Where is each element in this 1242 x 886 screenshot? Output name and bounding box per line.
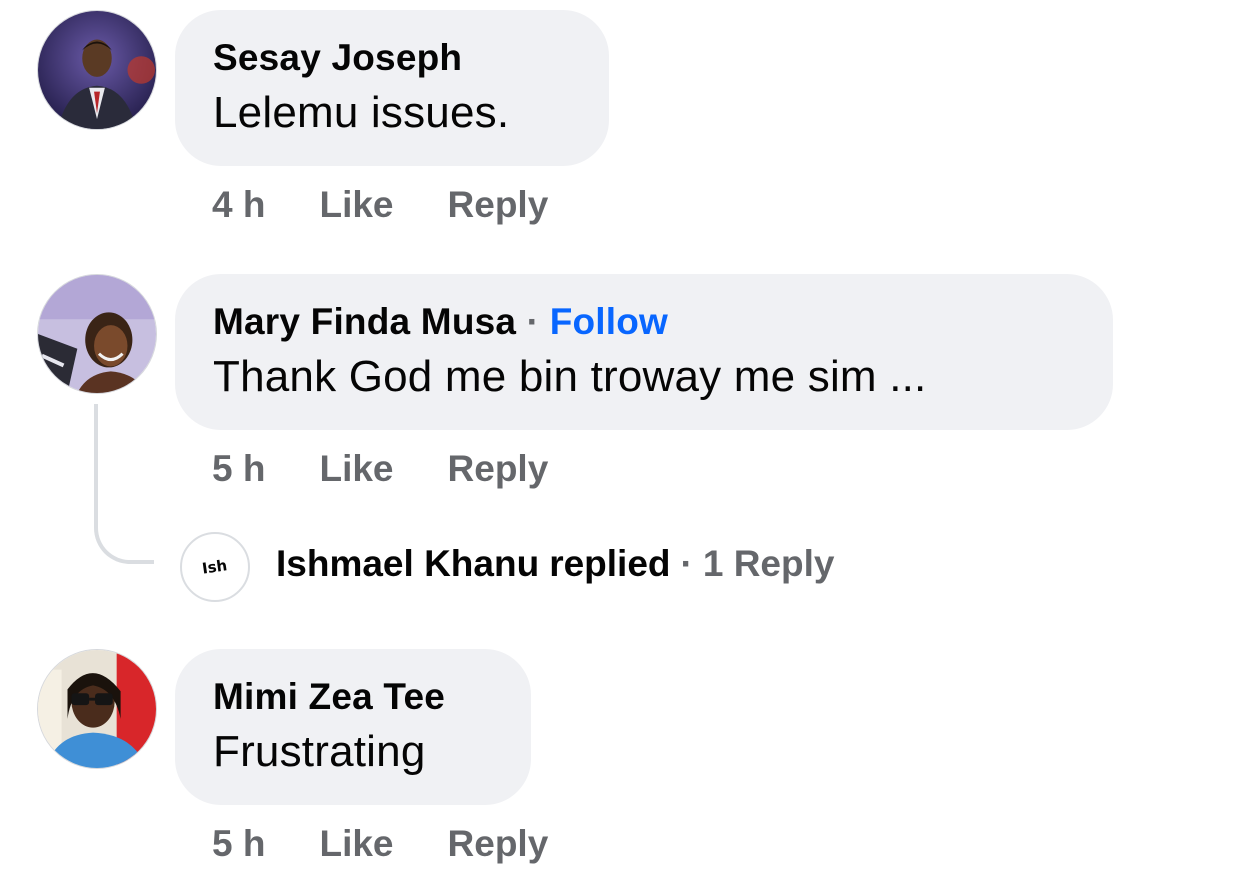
replier-name[interactable]: Ishmael Khanu [276,543,539,585]
comment-text: Frustrating [213,727,426,776]
comment-text[interactable]: Thank God me bin troway me sim ... [213,350,1075,404]
comment-actions: 5 h Like Reply [212,447,548,491]
separator-dot: · [680,543,693,584]
comment-author[interactable]: Mary Finda Musa [213,301,516,342]
follow-button[interactable]: Follow [550,301,668,342]
reply-count[interactable]: 1 Reply [703,543,835,585]
comment-author[interactable]: Sesay Joseph [213,36,571,80]
comments-panel: Sesay Joseph Lelemu issues. 4 h Like Rep… [0,0,1242,886]
comment-bubble: Sesay Joseph Lelemu issues. [175,10,609,166]
comment-bubble: Mary Finda Musa · Follow Thank God me bi… [175,274,1113,430]
comment-bubble: Mimi Zea Tee Frustrating [175,649,531,805]
like-button[interactable]: Like [319,448,393,490]
avatar[interactable] [37,649,157,769]
reply-avatar[interactable]: Ish [180,532,250,602]
reply-button[interactable]: Reply [448,184,549,226]
separator-dot: · [526,301,540,342]
view-replies-link[interactable]: Ishmael Khanu replied · 1 Reply [276,542,834,586]
reply-button[interactable]: Reply [448,448,549,490]
avatar[interactable] [37,10,157,130]
comment-timestamp[interactable]: 5 h [212,823,265,865]
comment-header: Mary Finda Musa · Follow [213,300,1075,344]
avatar[interactable] [37,274,157,394]
comment-author[interactable]: Mimi Zea Tee [213,675,493,719]
comment-text: Lelemu issues. [213,88,510,137]
like-button[interactable]: Like [319,184,393,226]
reply-thread-line [94,404,154,564]
reply-button[interactable]: Reply [448,823,549,865]
comment-timestamp[interactable]: 4 h [212,184,265,226]
reply-avatar-text: Ish [201,556,229,578]
comment-timestamp[interactable]: 5 h [212,448,265,490]
comment-actions: 5 h Like Reply [212,822,548,866]
replied-label: replied [549,543,671,584]
like-button[interactable]: Like [319,823,393,865]
comment-actions: 4 h Like Reply [212,183,548,227]
